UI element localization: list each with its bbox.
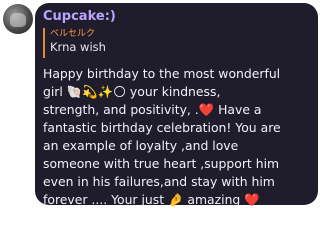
message-line: forever .... Your just 🤌 amazing ❤️ [43, 192, 260, 207]
message-line: an example of loyalty ,and love [43, 138, 239, 153]
message-bubble[interactable]: Cupcake:) ベルセルク Krna wish Happy birthday… [35, 3, 318, 207]
sender-name[interactable]: Cupcake:) [43, 8, 310, 25]
message-line: even in his failures,and stay with him [43, 174, 275, 189]
message-line: Happy birthday to the most wonderful [43, 66, 281, 81]
message-line: fantastic birthday celebration! You are [43, 120, 281, 135]
message-line: girl 🐚💫✨🌕 your kindness, [43, 84, 221, 99]
message-line: someone with true heart ,support him [43, 156, 280, 171]
reply-text: Krna wish [50, 40, 106, 54]
reply-quote[interactable]: ベルセルク Krna wish [43, 28, 310, 58]
reply-author: ベルセルク [50, 29, 96, 39]
avatar-image [10, 13, 26, 27]
message-line: strength, and positivity, .❤️ Have a [43, 102, 262, 117]
chat-stage: Cupcake:) ベルセルク Krna wish Happy birthday… [0, 0, 320, 252]
sender-avatar[interactable] [3, 4, 33, 34]
message-text: Happy birthday to the most wonderful gir… [43, 65, 310, 209]
